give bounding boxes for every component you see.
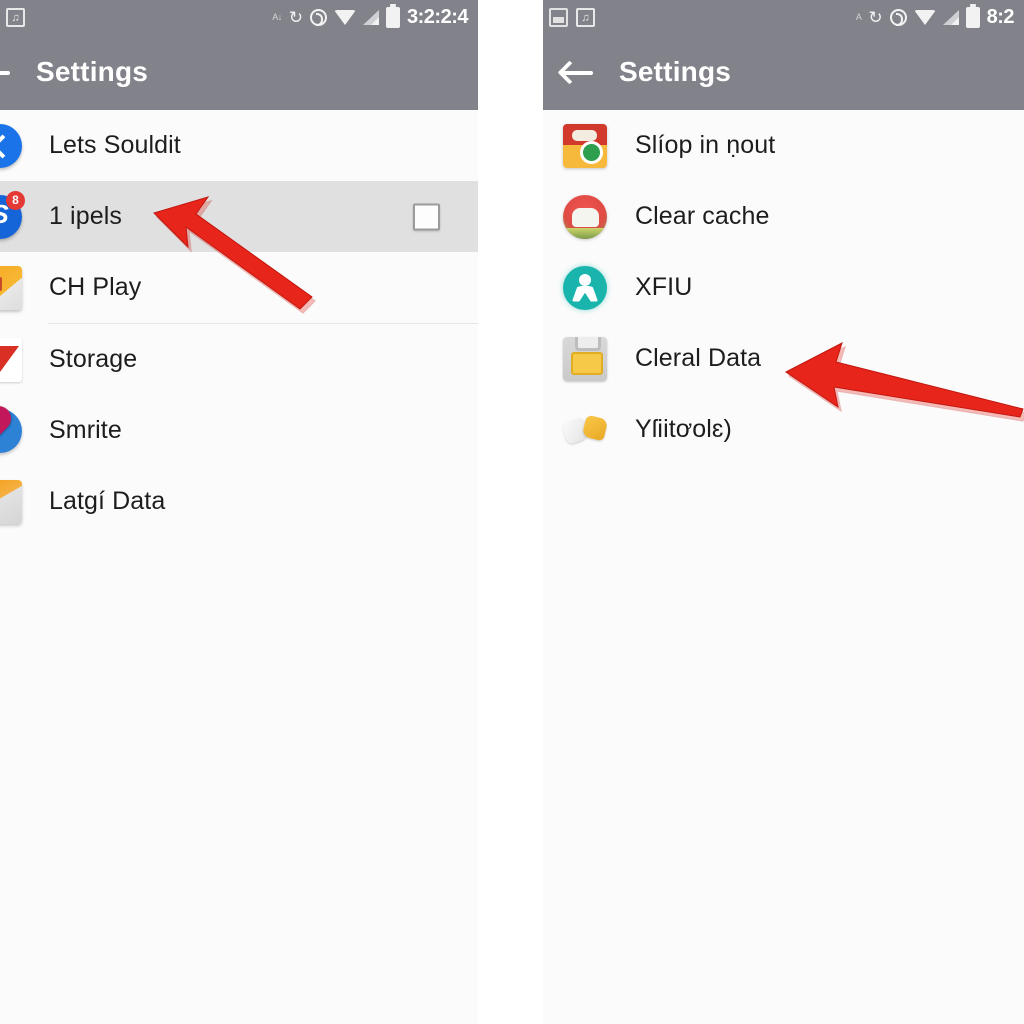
right-screenshot-panel: ♫ A ↻ 8:2 Settings Slíop in ṇout Clear c… (543, 0, 1024, 1024)
list-item[interactable]: 8 1 ipels (0, 181, 478, 252)
left-status-icons-right: A↓ ↻ 3:2:2:4 (272, 3, 472, 29)
right-settings-list: Slíop in ṇout Clear cache XFIU Cleral Da… (543, 110, 1024, 465)
sync-icon: ↻ (288, 7, 304, 27)
list-item-label: Slíop in ṇout (635, 131, 776, 159)
right-page-title: Settings (619, 56, 732, 87)
orange-key-doc-app-icon (0, 479, 22, 524)
wifi-icon (334, 9, 357, 25)
list-item[interactable]: Lets Souldit (0, 110, 478, 181)
row-checkbox[interactable] (413, 203, 440, 230)
red-envelope-app-icon (0, 337, 22, 382)
left-screenshot-panel: ♫ A↓ ↻ 3:2:2:4 Settings Lets Souldit S 8… (0, 0, 478, 1024)
back-arrow-icon[interactable] (555, 49, 601, 95)
list-item[interactable]: Storage (0, 324, 478, 395)
yellow-white-hands-icon (563, 408, 607, 452)
list-item-label: Clear cache (635, 202, 770, 230)
list-item-label: Lets Souldit (49, 131, 181, 159)
list-item[interactable]: Smrite (0, 395, 478, 466)
list-item-label: Latɡí Data (49, 487, 166, 515)
left-status-icons-left: ♫ (6, 7, 25, 27)
red-yellow-square-app-icon (563, 123, 607, 168)
record-icon (889, 8, 907, 26)
list-item-label: XFIU (635, 273, 693, 301)
record-icon (310, 8, 328, 26)
left-page-title: Settings (36, 56, 149, 87)
wifi-icon (913, 9, 936, 25)
list-item[interactable]: Latɡí Data (0, 466, 478, 537)
right-status-icons-left: ♫ (549, 7, 595, 27)
alarm-icon: A (855, 12, 862, 22)
left-panel-body: Lets Souldit 8 1 ipels CH Play Stora (0, 110, 478, 1024)
list-item-label: Cleral Data (635, 344, 762, 372)
alarm-icon: A↓ (272, 12, 282, 22)
signal-icon (363, 9, 380, 25)
list-item[interactable]: Slíop in ṇout (543, 110, 1024, 181)
left-settings-list: Lets Souldit 8 1 ipels CH Play Stora (0, 110, 478, 537)
red-white-cache-app-icon (563, 194, 607, 239)
left-app-bar: Settings (0, 34, 478, 110)
list-item[interactable]: Clear cache (543, 181, 1024, 252)
battery-icon (386, 3, 401, 28)
right-app-bar: Settings (543, 34, 1024, 110)
teal-figure-app-icon (563, 265, 607, 310)
list-item-label: Yſiitơolɛ) (635, 415, 732, 443)
left-status-clock: 3:2:2:4 (407, 5, 468, 28)
back-arrow-icon[interactable] (0, 49, 18, 95)
left-status-bar: ♫ A↓ ↻ 3:2:2:4 (0, 0, 478, 34)
sync-icon: ↻ (868, 7, 883, 27)
note-icon: ♫ (576, 7, 595, 27)
note-icon: ♫ (6, 7, 25, 27)
list-item[interactable]: XFIU (543, 252, 1024, 323)
gray-yellow-briefcase-icon (563, 336, 607, 381)
blue-s-badge-app-icon: 8 (0, 190, 25, 239)
minimize-icon (549, 7, 568, 27)
list-item[interactable]: CH Play (0, 252, 478, 323)
right-status-icons-right: A ↻ 8:2 (855, 3, 1018, 29)
right-status-clock: 8:2 (986, 5, 1015, 28)
notification-badge: 8 (6, 190, 25, 210)
orange-document-app-icon (0, 265, 22, 310)
list-item-label: CH Play (49, 273, 142, 301)
list-item[interactable]: Cleral Data (543, 323, 1024, 394)
list-item-label: 1 ipels (49, 202, 122, 230)
screenshot-root: ♫ A↓ ↻ 3:2:2:4 Settings Lets Souldit S 8… (0, 0, 1024, 1024)
right-panel-body: Slíop in ṇout Clear cache XFIU Cleral Da… (543, 110, 1024, 1024)
list-item-label: Storage (49, 345, 138, 373)
list-item-label: Smrite (49, 416, 122, 444)
blue-chevron-app-icon (0, 123, 22, 168)
list-item[interactable]: Yſiitơolɛ) (543, 394, 1024, 465)
signal-icon (942, 9, 959, 25)
battery-icon (965, 3, 980, 28)
right-status-bar: ♫ A ↻ 8:2 (543, 0, 1024, 34)
blue-map-pin-app-icon (0, 408, 22, 453)
